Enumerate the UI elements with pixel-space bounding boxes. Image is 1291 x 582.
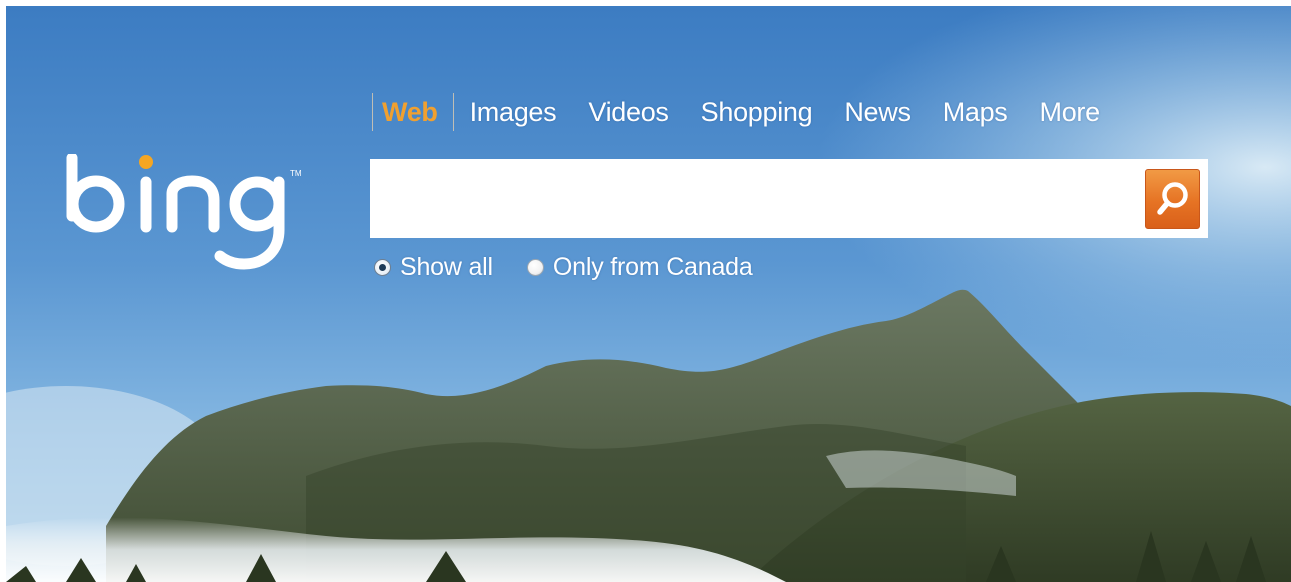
nav-tab-shopping[interactable]: Shopping — [701, 97, 813, 128]
show-all-label[interactable]: Show all — [400, 253, 493, 282]
bing-logo[interactable]: TM — [58, 154, 328, 272]
nav-tab-maps[interactable]: Maps — [943, 97, 1008, 128]
show-all-radio[interactable] — [374, 259, 391, 276]
nav-tab-news[interactable]: News — [844, 97, 911, 128]
only-from-canada-radio[interactable] — [526, 259, 544, 276]
only-from-canada-label[interactable]: Only from Canada — [553, 253, 753, 282]
nav-tab-images[interactable]: Images — [470, 97, 557, 128]
nav-tab-more[interactable]: More — [1040, 97, 1101, 128]
bing-homepage: TM Web Images Videos Shopping News Maps … — [6, 6, 1291, 582]
scope-only-canada-option[interactable]: Only from Canada — [526, 253, 753, 282]
bing-logo-dot — [139, 155, 153, 169]
search-input[interactable] — [370, 159, 1140, 238]
trademark-symbol: TM — [290, 169, 302, 178]
scope-show-all-option[interactable]: Show all — [374, 253, 493, 282]
search-scope-options: Show all Only from Canada — [374, 253, 753, 282]
nav-divider — [452, 93, 454, 131]
search-icon — [1157, 182, 1188, 215]
search-button[interactable] — [1145, 169, 1200, 229]
search-box — [370, 159, 1208, 238]
vertical-nav: Web Images Videos Shopping News Maps Mor… — [372, 92, 1100, 132]
nav-divider — [372, 93, 373, 131]
nav-tab-videos[interactable]: Videos — [588, 97, 669, 128]
nav-tab-web[interactable]: Web — [382, 97, 438, 128]
